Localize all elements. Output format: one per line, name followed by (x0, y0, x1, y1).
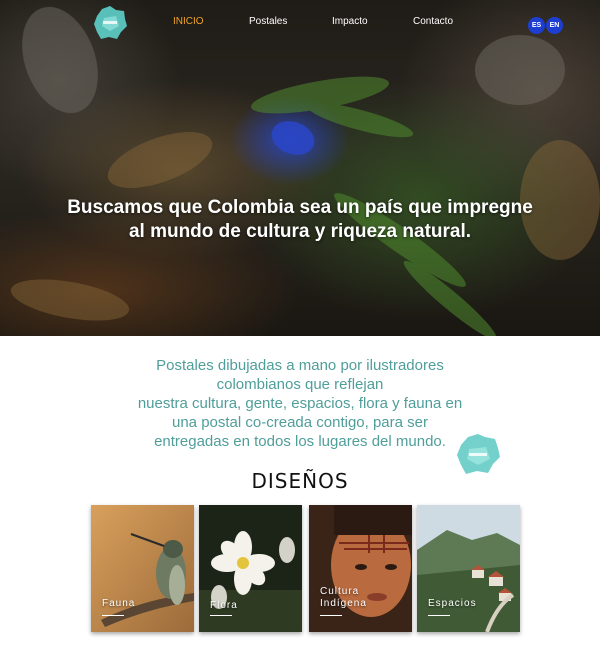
hero-title-line-2: al mundo de cultura y riqueza natural. (128, 221, 472, 242)
design-card-cultura-indigena[interactable]: Cultura Indígena (309, 505, 412, 632)
design-card-label: Fauna (102, 598, 136, 609)
intro-line: Postales dibujadas a mano por ilustrador… (156, 357, 444, 374)
hummingbird-image (91, 505, 194, 632)
language-en-button[interactable]: EN (546, 17, 563, 34)
design-card-label: Cultura Indígena (320, 586, 367, 610)
card-underline (320, 615, 342, 616)
hero-background-image (10, 6, 600, 336)
design-card-flora[interactable]: Flora (199, 505, 302, 632)
mountain-town-image (417, 505, 520, 632)
flower-image (199, 505, 302, 632)
card-underline (210, 615, 232, 616)
intro-text: Postales dibujadas a mano por ilustrador… (100, 356, 500, 451)
intro-line: colombianos que reflejan (216, 376, 384, 393)
intro-line: entregadas en todos los lugares del mund… (154, 433, 446, 450)
card-underline (102, 615, 124, 616)
card-underline (428, 615, 450, 616)
nav-item-impacto[interactable]: Impacto (332, 16, 368, 27)
hero-banner (0, 0, 600, 336)
card-label-line: Cultura (320, 586, 360, 597)
nav-item-inicio[interactable]: INICIO (173, 16, 204, 27)
design-card-espacios[interactable]: Espacios (417, 505, 520, 632)
intro-line: nuestra cultura, gente, espacios, flora … (137, 395, 463, 412)
card-label-line: Indígena (320, 598, 367, 609)
nav-item-contacto[interactable]: Contacto (413, 16, 453, 27)
language-es-button[interactable]: ES (528, 17, 545, 34)
main-navigation: INICIO Postales Impacto Contacto (0, 16, 600, 30)
hero-title: Buscamos que Colombia sea un país que im… (20, 196, 580, 244)
hero-title-line-1: Buscamos que Colombia sea un país que im… (67, 197, 533, 218)
designs-title: DISEÑOS (251, 469, 349, 493)
indigenous-child-image (309, 505, 412, 632)
design-card-label: Espacios (428, 598, 477, 609)
intro-line: una postal co-creada contigo, para ser (172, 414, 428, 431)
design-card-fauna[interactable]: Fauna (91, 505, 194, 632)
design-card-label: Flora (210, 600, 238, 611)
nav-item-postales[interactable]: Postales (249, 16, 287, 27)
